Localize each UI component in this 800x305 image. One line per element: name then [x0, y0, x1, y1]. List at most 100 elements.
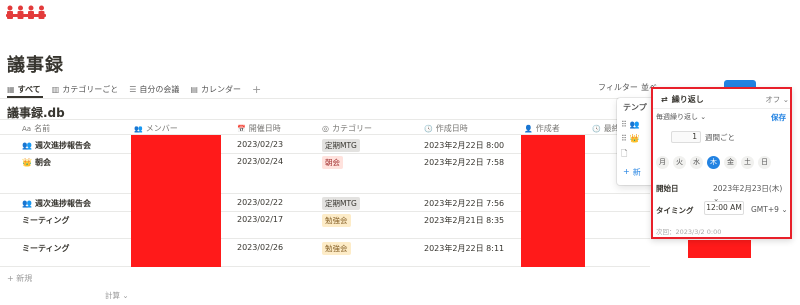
- weekday-sun[interactable]: 日: [758, 156, 771, 169]
- row-date[interactable]: 2023/02/26: [237, 243, 283, 252]
- interval-input[interactable]: 1: [671, 131, 701, 143]
- calculate-button[interactable]: 計算 ⌄: [105, 290, 129, 301]
- row-created: 2023年2月22日 7:58: [424, 158, 505, 167]
- text-property-icon: Aa: [22, 124, 32, 133]
- redacted-creator: [521, 135, 585, 267]
- row-created: 2023年2月21日 8:35: [424, 216, 505, 225]
- plus-icon: +: [7, 274, 17, 283]
- next-occurrence: 次回：2023/3/2 0:00: [656, 228, 722, 236]
- row-name[interactable]: 👥 週次進捗報告会: [22, 198, 91, 209]
- column-header-created[interactable]: 🕓 作成日時: [424, 123, 468, 134]
- drag-handle-icon[interactable]: ⠿: [621, 120, 627, 129]
- column-header-name[interactable]: Aa 名前: [22, 123, 50, 134]
- row-category[interactable]: 勉強会: [322, 242, 351, 255]
- people-icon: 👥: [22, 141, 32, 150]
- frequency-dropdown[interactable]: 毎週繰り返し ⌄: [656, 112, 706, 122]
- redacted-members: [131, 135, 221, 267]
- category-tag: 定期MTG: [322, 197, 360, 210]
- chevron-down-icon: ⌄: [122, 291, 129, 300]
- weekday-mon[interactable]: 月: [656, 156, 669, 169]
- row-created: 2023年2月22日 8:00: [424, 141, 505, 150]
- row-date[interactable]: 2023/02/22: [237, 198, 283, 207]
- row-category[interactable]: 定期MTG: [322, 197, 360, 210]
- clock-icon: 🕓: [424, 124, 433, 133]
- weekday-sat[interactable]: 土: [741, 156, 754, 169]
- people-icon: 👥: [629, 120, 640, 129]
- weekday-wed[interactable]: 水: [690, 156, 703, 169]
- add-row-button[interactable]: + 新規: [7, 273, 32, 284]
- redacted-updated: [688, 240, 751, 258]
- repeat-header: ⇄ 繰り返し オフ ⌄: [661, 92, 789, 107]
- weekday-fri[interactable]: 金: [724, 156, 737, 169]
- crown-icon: 👑: [629, 134, 640, 143]
- view-tab-calendar[interactable]: ▤ カレンダー: [190, 84, 241, 95]
- clock-icon: 🕓: [592, 124, 601, 133]
- weekday-tue[interactable]: 火: [673, 156, 686, 169]
- row-name[interactable]: 👑 朝会: [22, 157, 51, 168]
- row-date[interactable]: 2023/02/17: [237, 215, 283, 224]
- chevron-down-icon: ⌄: [700, 113, 707, 121]
- template-item[interactable]: ⠿ 👑: [621, 134, 640, 143]
- time-input[interactable]: 12:00 AM: [704, 201, 744, 215]
- row-created: 2023年2月22日 8:11: [424, 244, 505, 253]
- repeat-settings-popup: ⇄ 繰り返し オフ ⌄ 毎週繰り返し ⌄ 保存 1 週間ごと 月 火 水 木 金…: [651, 87, 792, 239]
- row-created: 2023年2月22日 7:56: [424, 199, 505, 208]
- row-category[interactable]: 勉強会: [322, 214, 351, 227]
- timing-label: タイミング: [656, 206, 694, 215]
- people-icon: 👥: [22, 199, 32, 208]
- person-icon: 👤: [524, 124, 533, 133]
- drag-handle-icon[interactable]: ⠿: [621, 134, 627, 143]
- list-icon: ☰: [129, 84, 137, 94]
- add-view-icon[interactable]: +: [252, 83, 261, 96]
- plus-icon: +: [623, 167, 630, 176]
- row-name[interactable]: 👥 週次進捗報告会: [22, 140, 91, 151]
- crown-icon: 👑: [22, 158, 32, 167]
- timezone-dropdown[interactable]: GMT+9 ⌄: [751, 205, 788, 214]
- row-name[interactable]: ミーティング: [22, 243, 70, 254]
- repeat-toggle[interactable]: ⇄ 繰り返し: [661, 94, 704, 105]
- view-tab-all[interactable]: ▦ すべて: [7, 84, 41, 95]
- start-date-label: 開始日: [656, 184, 679, 193]
- view-tabs: ▦ すべて ▥ カテゴリーごと ☰ 自分の会議 ▤ カレンダー +: [7, 82, 261, 96]
- category-tag: 定期MTG: [322, 139, 360, 152]
- template-item[interactable]: 🗋: [621, 148, 627, 162]
- table-header: Aa 名前 👥 メンバー 📅 開催日時 ◎ カテゴリー 🕓 作成日時 👤 作成者…: [0, 119, 650, 135]
- chevron-down-icon: ⌄: [782, 95, 789, 104]
- new-template-button[interactable]: + 新: [623, 167, 641, 178]
- repeat-icon: ⇄: [661, 95, 668, 104]
- divider: [653, 108, 790, 109]
- row-category[interactable]: 定期MTG: [322, 139, 360, 152]
- interval-unit: 週間ごと: [705, 132, 735, 142]
- view-tab-by-category[interactable]: ▥ カテゴリーごと: [52, 84, 119, 95]
- row-category[interactable]: 朝会: [322, 156, 343, 169]
- template-panel-title: テンプ: [623, 103, 647, 112]
- weekday-thu[interactable]: 木: [707, 156, 720, 169]
- row-name[interactable]: ミーティング: [22, 215, 70, 226]
- page-icon: 🗋: [621, 149, 628, 158]
- filter-button[interactable]: フィルター: [598, 82, 638, 93]
- page-title: 議事録: [7, 55, 64, 76]
- divider: [0, 98, 650, 99]
- column-header-category[interactable]: ◎ カテゴリー: [322, 123, 372, 134]
- category-tag: 朝会: [322, 156, 343, 169]
- view-tab-my-meetings[interactable]: ☰ 自分の会議: [129, 84, 179, 95]
- column-header-creator[interactable]: 👤 作成者: [524, 123, 560, 134]
- board-icon: ▥: [51, 84, 60, 94]
- repeat-status-dropdown[interactable]: オフ ⌄: [765, 94, 789, 105]
- row-date[interactable]: 2023/02/23: [237, 140, 283, 149]
- people-icon: 👥: [134, 124, 143, 133]
- workspace-logo: [6, 5, 46, 19]
- column-header-members[interactable]: 👥 メンバー: [134, 123, 178, 134]
- interval-row: 1 週間ごと: [671, 131, 735, 143]
- table-icon: ▦: [7, 84, 15, 94]
- template-item[interactable]: ⠿ 👥: [621, 120, 640, 129]
- save-button[interactable]: 保存: [771, 112, 786, 123]
- column-header-date[interactable]: 📅 開催日時: [237, 123, 281, 134]
- row-date[interactable]: 2023/02/24: [237, 157, 283, 166]
- start-date-dropdown[interactable]: 2023年2月23日(木) ⌄: [713, 183, 790, 203]
- category-tag: 勉強会: [322, 214, 351, 227]
- category-tag: 勉強会: [322, 242, 351, 255]
- select-icon: ◎: [322, 124, 329, 133]
- calendar-icon: 📅: [237, 124, 246, 133]
- chevron-down-icon: ⌄: [781, 205, 788, 214]
